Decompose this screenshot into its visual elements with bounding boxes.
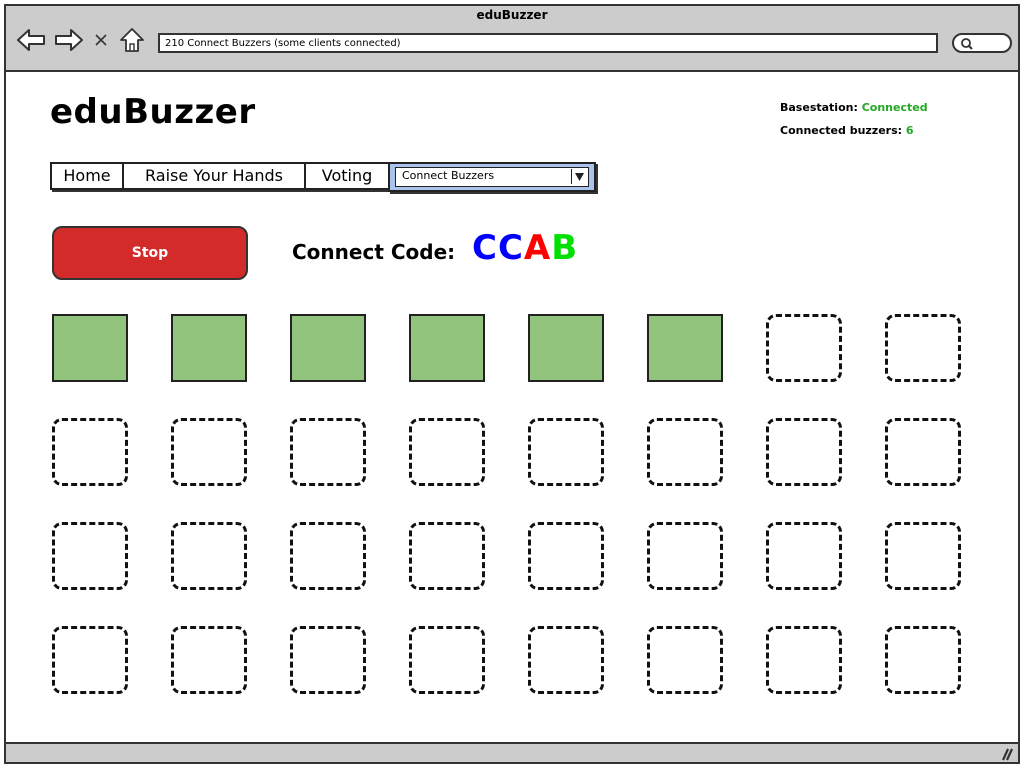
back-arrow-icon [16,28,46,52]
buzzer-slot-connected [409,314,485,382]
home-button[interactable] [118,26,146,54]
connect-buzzers-dropdown[interactable]: Connect Buzzers [395,167,589,187]
connection-status: Basestation: Connected Connected buzzers… [780,96,928,142]
buzzer-slot-empty [171,626,247,694]
connect-code-label: Connect Code: [292,240,456,264]
search-button[interactable] [952,33,1012,53]
buzzer-slot-empty [409,522,485,590]
buzzer-slot-empty [885,314,961,382]
buzzer-slot-empty [171,522,247,590]
buzzer-slot-empty [528,418,604,486]
buzzer-slot-empty [409,626,485,694]
browser-window: eduBuzzer 210 Connect Buzzers (some clie… [4,4,1020,764]
buzzer-slot-empty [52,418,128,486]
connect-code-char: B [551,228,579,268]
buzzer-slot-empty [885,626,961,694]
basestation-status: Basestation: Connected [780,96,928,119]
buzzer-slot-empty [885,418,961,486]
buzzer-slot-empty [766,314,842,382]
buzzer-slot-empty [885,522,961,590]
buzzer-slot-connected [52,314,128,382]
buzzer-slot-connected [290,314,366,382]
window-title: eduBuzzer [476,8,548,22]
buzzer-slot-empty [52,626,128,694]
buzzer-slot-empty [528,522,604,590]
buzzer-slot-empty [290,522,366,590]
connect-code-char: C [497,228,524,268]
home-icon [119,27,145,53]
connect-code-char: C [472,228,498,268]
buzzer-slot-connected [528,314,604,382]
close-x-icon [93,32,109,48]
buzzers-count: 6 [905,124,914,137]
url-input[interactable]: 210 Connect Buzzers (some clients connec… [158,33,938,53]
buzzer-slot-empty [766,626,842,694]
forward-arrow-icon [54,28,84,52]
buzzer-slot-empty [52,522,128,590]
dropdown-selected: Connect Buzzers [402,169,495,182]
buzzer-slot-empty [528,626,604,694]
main-nav: Home Raise Your Hands Voting Connect Buz… [50,162,596,192]
tab-home[interactable]: Home [50,162,122,190]
dropdown-arrow-icon[interactable] [571,169,586,184]
resize-grip-icon[interactable] [1000,746,1014,765]
tab-connect-buzzers[interactable]: Connect Buzzers [388,162,596,192]
basestation-value: Connected [861,101,928,114]
app-title: eduBuzzer [50,92,256,132]
buzzer-slot-connected [647,314,723,382]
stop-button[interactable]: Stop [52,226,248,280]
buzzers-status: Connected buzzers: 6 [780,119,928,142]
buzzer-slot-empty [409,418,485,486]
buzzer-slot-empty [647,418,723,486]
buzzer-slot-empty [766,418,842,486]
buzzer-slot-empty [171,418,247,486]
buzzer-slot-empty [290,418,366,486]
buzzer-slot-connected [171,314,247,382]
buzzer-slot-empty [647,522,723,590]
buzzer-slot-empty [290,626,366,694]
buzzer-slot-empty [766,522,842,590]
buzzers-label: Connected buzzers: [780,124,903,137]
page-content: eduBuzzer Basestation: Connected Connect… [6,74,1018,742]
tab-voting[interactable]: Voting [304,162,388,190]
connect-code: CCAB [472,228,578,268]
stop-load-button[interactable] [90,26,112,54]
back-button[interactable] [16,26,46,54]
browser-chrome: eduBuzzer 210 Connect Buzzers (some clie… [6,6,1018,72]
connect-code-char: A [523,228,552,268]
buzzer-slot-empty [647,626,723,694]
forward-button[interactable] [54,26,84,54]
tab-raise-your-hands[interactable]: Raise Your Hands [122,162,304,190]
basestation-label: Basestation: [780,101,858,114]
status-bar [6,742,1018,762]
